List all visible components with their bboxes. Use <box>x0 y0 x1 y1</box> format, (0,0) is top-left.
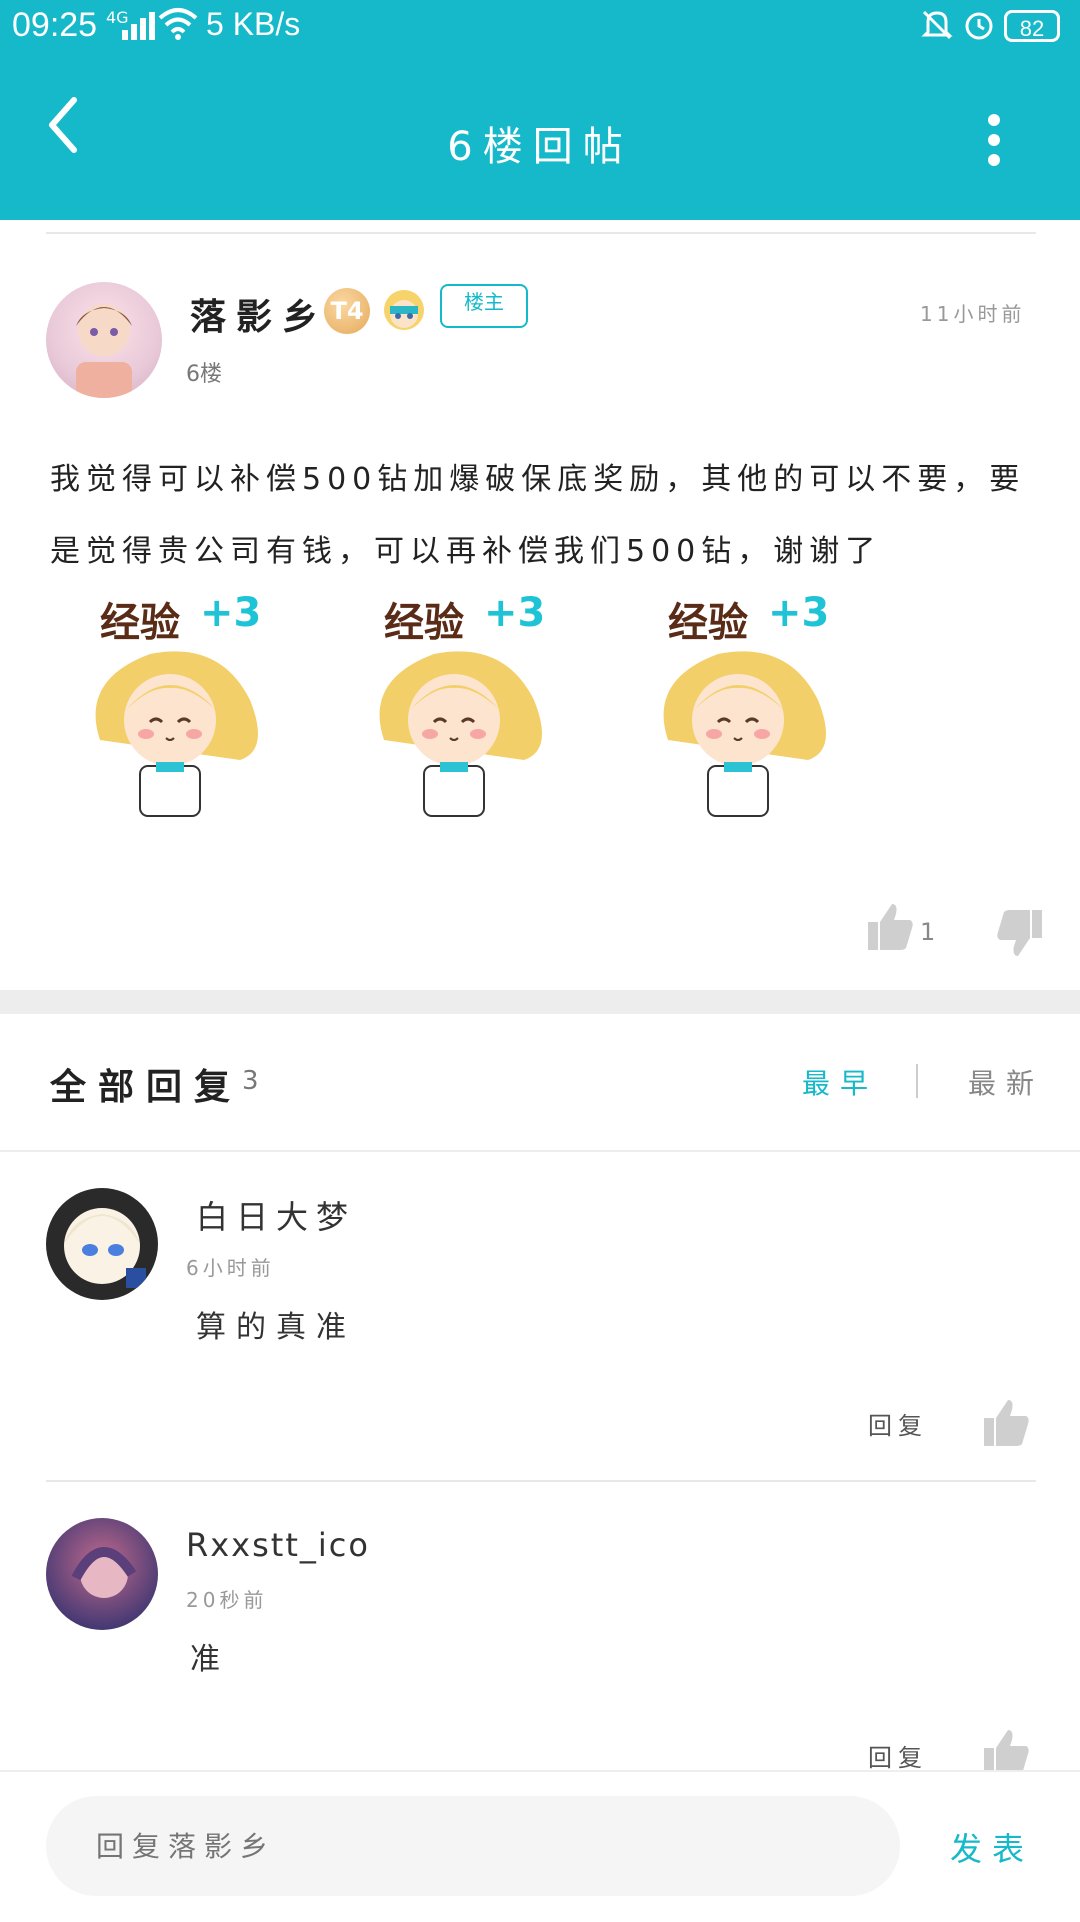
post-floor: 6楼 <box>186 362 222 387</box>
mute-bell-icon <box>921 10 953 40</box>
post-content: 我觉得可以补偿500钻加爆破保底奖励，其他的可以不要，要是觉得贵公司有钱，可以再… <box>50 462 1026 569</box>
dislike-icon[interactable] <box>996 908 1044 958</box>
reply-author[interactable]: 白日大梦 <box>196 1192 356 1238</box>
sort-divider <box>916 1064 918 1098</box>
divider <box>46 232 1036 234</box>
page-title: 6楼回帖 <box>447 124 633 170</box>
reply-avatar[interactable] <box>46 1188 158 1300</box>
level-badge: T4 <box>324 288 370 334</box>
avatar-illustration <box>46 1188 158 1300</box>
network-speed: 5 KB/s <box>206 6 301 42</box>
all-replies-title: 全部回复 <box>50 1067 243 1108</box>
alarm-icon <box>965 12 993 40</box>
reply-button[interactable]: 回复 <box>868 1406 928 1441</box>
reply-content: 算的真准 <box>196 1310 356 1345</box>
sort-earliest-tab[interactable]: 最早 <box>802 1062 878 1102</box>
battery-indicator: 82 <box>1004 10 1060 42</box>
publish-button[interactable]: 发表 <box>950 1824 1034 1870</box>
reply-time: 20秒前 <box>186 1588 268 1612</box>
sticker-exp: 经验 +3 <box>638 590 848 820</box>
sticker-character-icon <box>379 651 542 817</box>
more-icon[interactable] <box>980 110 1008 170</box>
reply-input[interactable] <box>46 1796 900 1896</box>
avatar-illustration <box>76 304 132 398</box>
divider <box>46 1480 1036 1482</box>
reply-count: 3 <box>242 1066 259 1096</box>
owner-badge: 楼主 <box>440 284 528 328</box>
like-icon[interactable] <box>982 1398 1030 1448</box>
post-time: 11小时前 <box>920 302 1026 326</box>
reply-content: 准 <box>190 1642 230 1677</box>
avatar-illustration <box>46 1518 158 1630</box>
section-separator <box>0 990 1080 1014</box>
back-icon[interactable] <box>40 92 90 158</box>
author-name[interactable]: 落影乡 <box>190 288 328 340</box>
sticker-exp: 经验 +3 <box>70 590 280 820</box>
like-icon[interactable] <box>866 902 914 952</box>
divider <box>0 1150 1080 1152</box>
sort-latest-tab[interactable]: 最新 <box>968 1062 1044 1102</box>
reply-avatar[interactable] <box>46 1518 158 1630</box>
like-count: 1 <box>920 918 936 946</box>
sticker-exp: 经验 +3 <box>354 590 564 820</box>
wifi-icon <box>158 8 198 40</box>
sticker-character-icon <box>95 651 258 817</box>
sticker-character-icon <box>663 651 826 817</box>
reply-button[interactable]: 回复 <box>868 1738 928 1773</box>
status-time: 09:25 <box>12 6 98 44</box>
author-avatar[interactable] <box>46 282 162 398</box>
reply-author[interactable]: Rxxstt_ico <box>186 1526 370 1564</box>
signal-icon <box>122 12 155 40</box>
character-medal-icon <box>384 290 424 330</box>
reply-time: 6小时前 <box>186 1256 275 1280</box>
